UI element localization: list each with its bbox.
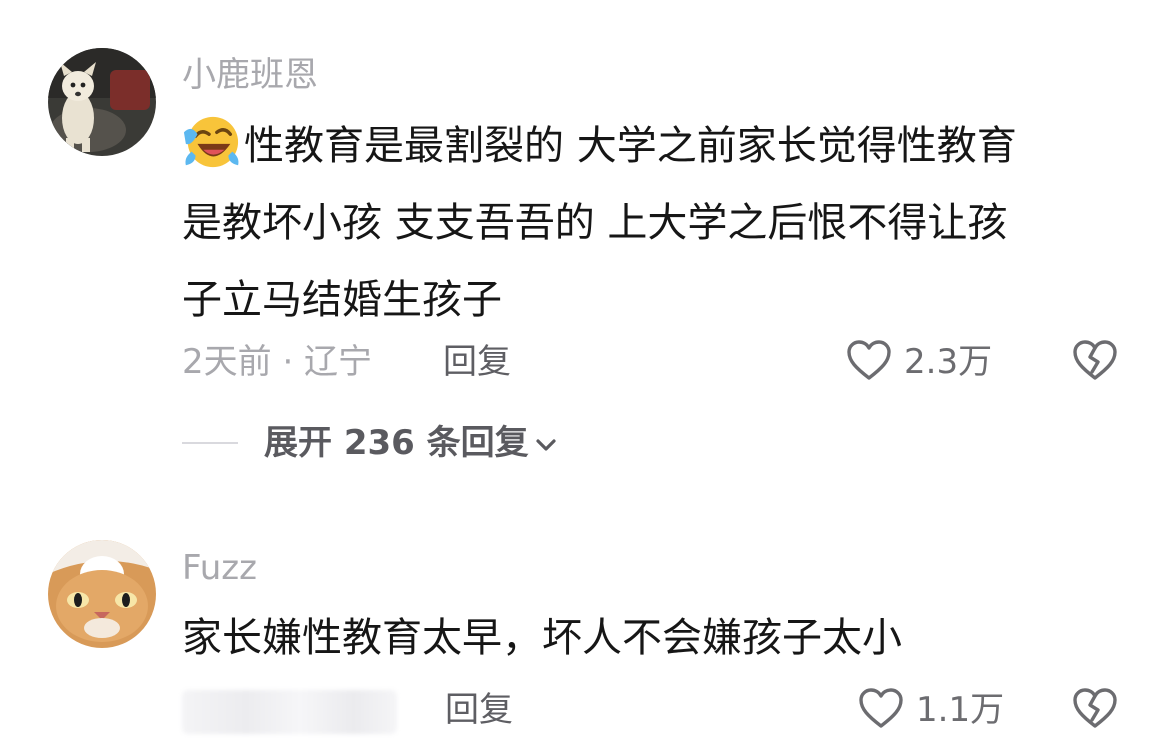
heart-icon [859,688,903,728]
dog-avatar-icon[interactable] [48,48,156,156]
comment-text-line: 家长嫌性教育太早，坏人不会嫌孩子太小 [182,615,902,661]
comment-text-line: 是教坏小孩 支支吾吾的 上大学之后恨不得让孩 [182,200,1008,246]
comment-text: 家长嫌性教育太早，坏人不会嫌孩子太小 [182,600,1112,677]
comment-username[interactable]: 小鹿班恩 [182,55,318,95]
like-count: 1.1万 [916,690,1005,730]
heart-icon [847,340,891,380]
like-button[interactable]: 2.3万 [846,338,1006,386]
dislike-button[interactable] [1072,686,1120,734]
dislike-button[interactable] [1072,338,1120,386]
chevron-down-icon [536,439,556,451]
broken-heart-icon [1073,340,1117,380]
expand-replies-label: 展开 236 条回复 [264,423,529,463]
comment-text-line: 子立马结婚生孩子 [182,277,502,323]
blurred-time-location [182,690,397,734]
broken-heart-icon [1073,688,1117,728]
like-count: 2.3万 [904,342,993,382]
laugh-cry-emoji-icon [183,116,239,168]
like-button[interactable]: 1.1万 [858,686,1008,734]
comment-text-line: 性教育是最割裂的 大学之前家长觉得性教育 [182,108,1112,185]
expand-replies-button[interactable]: 展开 236 条回复 [264,421,557,465]
comment-username[interactable]: Fuzz [182,548,257,588]
cat-avatar-icon[interactable] [48,540,156,648]
divider [182,442,238,444]
reply-button[interactable]: 回复 [443,342,511,382]
comment-text: 性教育是最割裂的 大学之前家长觉得性教育 是教坏小孩 支支吾吾的 上大学之后恨不… [182,108,1112,339]
reply-button[interactable]: 回复 [445,690,513,730]
comment-text-segment: 性教育是最割裂的 大学之前家长觉得性教育 [244,123,1017,169]
comment-time-location: 2天前 · 辽宁 [182,342,373,382]
